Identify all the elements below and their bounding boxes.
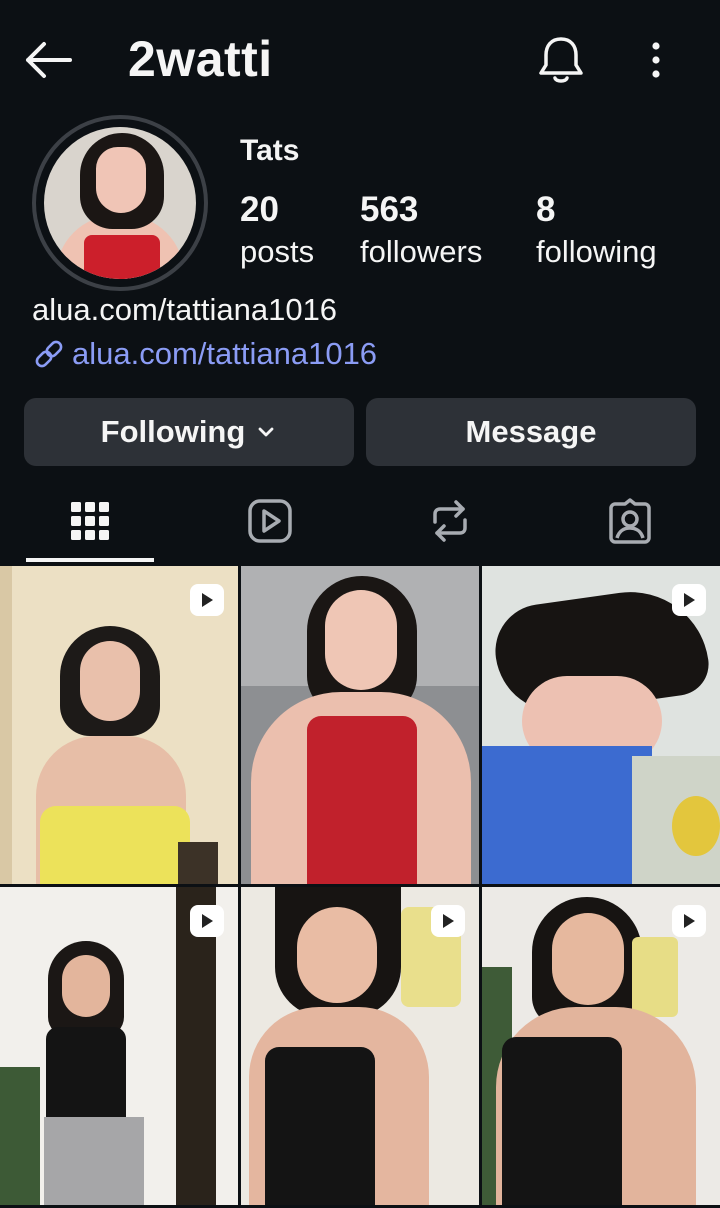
play-icon: [684, 593, 695, 607]
following-button[interactable]: Following: [24, 398, 354, 466]
stat-label: followers: [360, 234, 483, 269]
arrow-left-icon: [26, 42, 72, 78]
play-icon: [202, 914, 213, 928]
active-tab-indicator: [26, 558, 154, 562]
post-thumbnail[interactable]: [482, 566, 720, 884]
display-name: Tats: [240, 134, 300, 167]
bell-icon: [539, 37, 583, 83]
profile-link[interactable]: alua.com/tattiana1016: [32, 334, 377, 374]
notifications-button[interactable]: [536, 34, 586, 86]
post-thumbnail[interactable]: [0, 887, 238, 1205]
more-vertical-icon: [652, 42, 660, 78]
stat-count: 8: [536, 190, 556, 229]
stat-following[interactable]: 8 following: [536, 190, 657, 274]
link-icon: [35, 340, 63, 368]
stat-label: following: [536, 234, 657, 269]
stat-label: posts: [240, 234, 315, 269]
reposts-icon: [433, 500, 467, 542]
chevron-down-icon: [258, 427, 274, 437]
tab-reels[interactable]: [206, 478, 334, 564]
bio-text: alua.com/tattiana1016: [32, 292, 338, 327]
message-button-label: Message: [465, 414, 597, 449]
post-thumbnail[interactable]: [0, 566, 238, 884]
message-button[interactable]: Message: [366, 398, 696, 466]
following-button-label: Following: [100, 414, 246, 449]
stat-followers[interactable]: 563 followers: [360, 190, 482, 274]
play-icon: [443, 914, 454, 928]
tab-tagged[interactable]: [566, 478, 694, 564]
top-bar: 2watti: [0, 0, 720, 118]
reel-badge: [190, 584, 224, 616]
profile-username: 2watti: [128, 31, 273, 87]
reel-badge: [672, 584, 706, 616]
reel-badge: [431, 905, 465, 937]
grid-icon: [71, 502, 109, 540]
tagged-icon: [609, 498, 651, 544]
tab-posts-grid[interactable]: [26, 478, 154, 564]
reel-badge: [672, 905, 706, 937]
post-thumbnail[interactable]: [241, 566, 479, 884]
post-thumbnail[interactable]: [482, 887, 720, 1205]
avatar[interactable]: [44, 127, 196, 279]
posts-grid: [0, 566, 720, 1208]
play-icon: [202, 593, 213, 607]
reels-icon: [248, 499, 292, 543]
tab-reposts[interactable]: [386, 478, 514, 564]
link-text[interactable]: alua.com/tattiana1016: [72, 336, 377, 372]
play-icon: [684, 914, 695, 928]
back-button[interactable]: [22, 38, 74, 82]
post-thumbnail[interactable]: [241, 887, 479, 1205]
stat-count: 20: [240, 190, 279, 229]
more-options-button[interactable]: [640, 38, 672, 82]
stat-count: 563: [360, 190, 419, 229]
reel-badge: [190, 905, 224, 937]
stat-posts[interactable]: 20 posts: [240, 190, 314, 274]
profile-tabs: [0, 478, 720, 564]
